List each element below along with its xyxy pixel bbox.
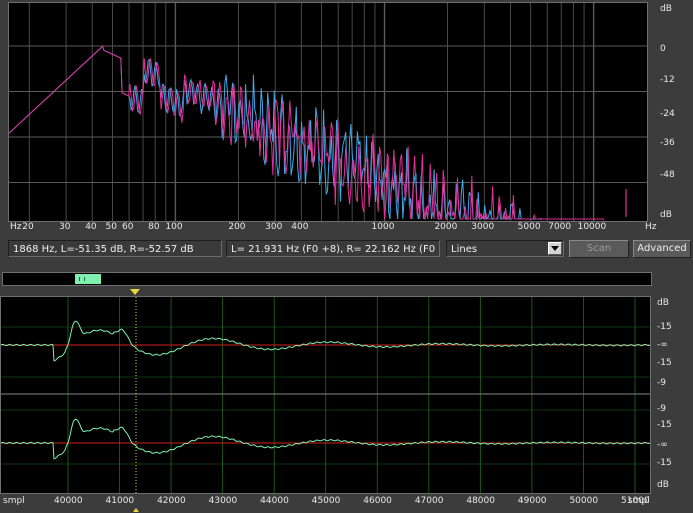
- waveform-x-tick-label: 45000: [311, 496, 341, 506]
- spectrum-x-tick-label: 5000: [517, 222, 541, 232]
- playhead-bottom-marker-icon: [133, 508, 139, 512]
- spectrum-plot[interactable]: [8, 2, 648, 222]
- waveform-svg: [1, 297, 650, 493]
- waveform-y-tick-label: -∞: [657, 340, 668, 350]
- waveform-y-tick-label: -15: [657, 322, 672, 332]
- spectrum-y-tick-label: -12: [660, 75, 675, 85]
- spectrum-y-tick-label: dB: [660, 4, 672, 14]
- spectrum-x-tick-label: 10000: [577, 222, 607, 232]
- spectrum-x-tick-label: 1000: [371, 222, 395, 232]
- spectrum-x-tick-label: 80: [148, 222, 160, 232]
- spectrum-x-tick-label: 400: [291, 222, 309, 232]
- overview-thumb[interactable]: [75, 274, 101, 284]
- overview-thumb-grip: [79, 277, 85, 281]
- waveform-y-tick-label: dB: [657, 298, 669, 308]
- waveform-x-tick-label: 50000: [569, 496, 599, 506]
- scan-button[interactable]: Scan: [569, 240, 629, 258]
- mode-select-value: Lines: [451, 244, 478, 255]
- spectrum-x-tick-label: 100: [165, 222, 183, 232]
- spectrum-right-channel-line: [9, 45, 605, 220]
- spectrum-y-tick-label: 0: [660, 44, 666, 54]
- spectrum-x-unit-right: Hz: [645, 222, 657, 232]
- cursor-readout: 1868 Hz, L=-51.35 dB, R=-52.57 dB: [8, 240, 222, 257]
- spectrum-x-tick-label: 60: [122, 222, 134, 232]
- spectrum-y-tick-label: -36: [660, 138, 675, 148]
- spectrum-x-tick-label: 7000: [548, 222, 572, 232]
- waveform-x-unit-right: smpl: [628, 496, 650, 506]
- overview-scrollbar[interactable]: [2, 272, 652, 286]
- waveform-y-tick-label: -∞: [657, 440, 668, 450]
- spectrum-y-tick-label: -48: [660, 170, 675, 180]
- chevron-down-icon[interactable]: [548, 242, 562, 255]
- waveform-y-tick-label: -15: [657, 358, 672, 368]
- spectrum-x-tick-label: 50: [105, 222, 117, 232]
- waveform-y-tick-label: -15: [657, 458, 672, 468]
- spectrum-left-channel-line: [9, 45, 605, 221]
- spectrum-svg: [9, 3, 647, 221]
- spectrum-x-tick-label: 30: [59, 222, 71, 232]
- peak-readout: L= 21.931 Hz (F0 +8), R= 22.162 Hz (F0: [226, 240, 440, 257]
- mode-select[interactable]: Lines: [446, 240, 564, 257]
- spectrum-x-unit-left: Hz: [10, 222, 22, 232]
- spectrum-x-tick-label: 2000: [434, 222, 458, 232]
- spectrum-y-tick-label: dB: [660, 210, 672, 220]
- waveform-x-tick-label: 49000: [517, 496, 547, 506]
- waveform-x-tick-label: 40000: [54, 496, 83, 506]
- waveform-y-tick-label: -15: [657, 420, 672, 430]
- advanced-button[interactable]: Advanced: [633, 240, 691, 258]
- waveform-y-tick-label: -9: [657, 378, 666, 388]
- spectrum-y-tick-label: -24: [660, 109, 675, 119]
- waveform-x-tick-label: 47000: [414, 496, 444, 506]
- playhead-marker-icon[interactable]: [130, 289, 140, 295]
- waveform-x-tick-label: 44000: [260, 496, 289, 506]
- spectrum-x-tick-label: 200: [228, 222, 246, 232]
- waveform-y-tick-label: dB: [657, 480, 669, 490]
- waveform-y-tick-label: -9: [657, 404, 666, 414]
- waveform-x-tick-label: 46000: [363, 496, 392, 506]
- spectrum-x-tick-label: 300: [265, 222, 283, 232]
- waveform-x-tick-label: 48000: [466, 496, 495, 506]
- waveform-x-tick-label: 42000: [157, 496, 186, 506]
- waveform-x-tick-label: 41000: [105, 496, 135, 506]
- waveform-x-unit-left: smpl: [3, 496, 25, 506]
- spectrum-x-tick-label: 20: [22, 222, 34, 232]
- waveform-x-tick-label: 43000: [208, 496, 238, 506]
- waveform-plot[interactable]: [0, 296, 651, 494]
- spectrum-x-tick-label: 40: [85, 222, 97, 232]
- spectrum-x-tick-label: 3000: [471, 222, 495, 232]
